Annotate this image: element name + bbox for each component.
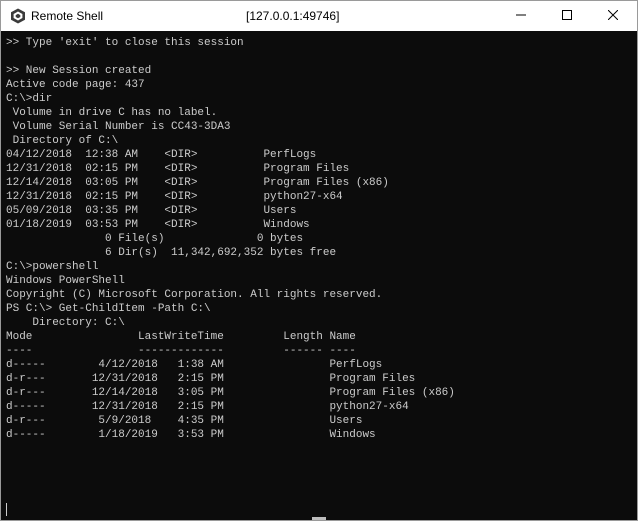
window-title: Remote Shell [31,9,104,23]
console-line: C:\>dir [6,93,53,105]
close-icon [607,9,619,23]
console-line: 05/09/2018 03:35 PM <DIR> Users [6,205,297,217]
console-line: Directory: C:\ [6,317,125,329]
session-address: [127.0.0.1:49746] [246,9,340,23]
maximize-button[interactable] [544,1,590,31]
console-line: 01/18/2019 03:53 PM <DIR> Windows [6,219,310,231]
console-line: PS C:\> Get-ChildItem -Path C:\ [6,303,211,315]
console-line: 12/31/2018 02:15 PM <DIR> python27-x64 [6,191,343,203]
text-cursor [6,503,7,516]
console-line: Active code page: 437 [6,79,145,91]
remote-shell-app-icon [10,8,26,24]
console-line: d-r--- 12/14/2018 3:05 PM Program Files … [6,387,455,399]
console-text: >> Type 'exit' to close this session >> N… [6,36,455,442]
console-line: d-r--- 5/9/2018 4:35 PM Users [6,415,363,427]
console-line: 04/12/2018 12:38 AM <DIR> PerfLogs [6,149,317,161]
console-line: d----- 12/31/2018 2:15 PM python27-x64 [6,401,409,413]
console-line: C:\>powershell [6,261,99,273]
console-output-area[interactable]: >> Type 'exit' to close this session >> N… [1,31,637,520]
maximize-icon [562,9,572,23]
console-line: >> New Session created [6,65,152,77]
console-line: Directory of C:\ [6,135,119,147]
remote-shell-window: Remote Shell [127.0.0.1:49746] >> Type '… [0,0,638,521]
console-line: 12/14/2018 03:05 PM <DIR> Program Files … [6,177,389,189]
console-line: ---- ------------- ------ ---- [6,345,356,357]
scrollbar-thumb[interactable] [312,517,326,520]
console-line: Volume Serial Number is CC43-3DA3 [6,121,231,133]
console-line: Windows PowerShell [6,275,125,287]
console-line: Volume in drive C has no label. [6,107,218,119]
console-line: d----- 1/18/2019 3:53 PM Windows [6,429,376,441]
minimize-icon [516,9,526,23]
console-line: Mode LastWriteTime Length Name [6,331,356,343]
minimize-button[interactable] [498,1,544,31]
console-line: >> Type 'exit' to close this session [6,37,244,49]
console-line: 6 Dir(s) 11,342,692,352 bytes free [6,247,337,259]
console-line: 0 File(s) 0 bytes [6,233,304,245]
title-bar[interactable]: Remote Shell [127.0.0.1:49746] [1,1,637,31]
console-line: d----- 4/12/2018 1:38 AM PerfLogs [6,359,383,371]
console-line: d-r--- 12/31/2018 2:15 PM Program Files [6,373,416,385]
console-line: Copyright (C) Microsoft Corporation. All… [6,289,383,301]
console-line: 12/31/2018 02:15 PM <DIR> Program Files [6,163,350,175]
close-button[interactable] [590,1,636,31]
